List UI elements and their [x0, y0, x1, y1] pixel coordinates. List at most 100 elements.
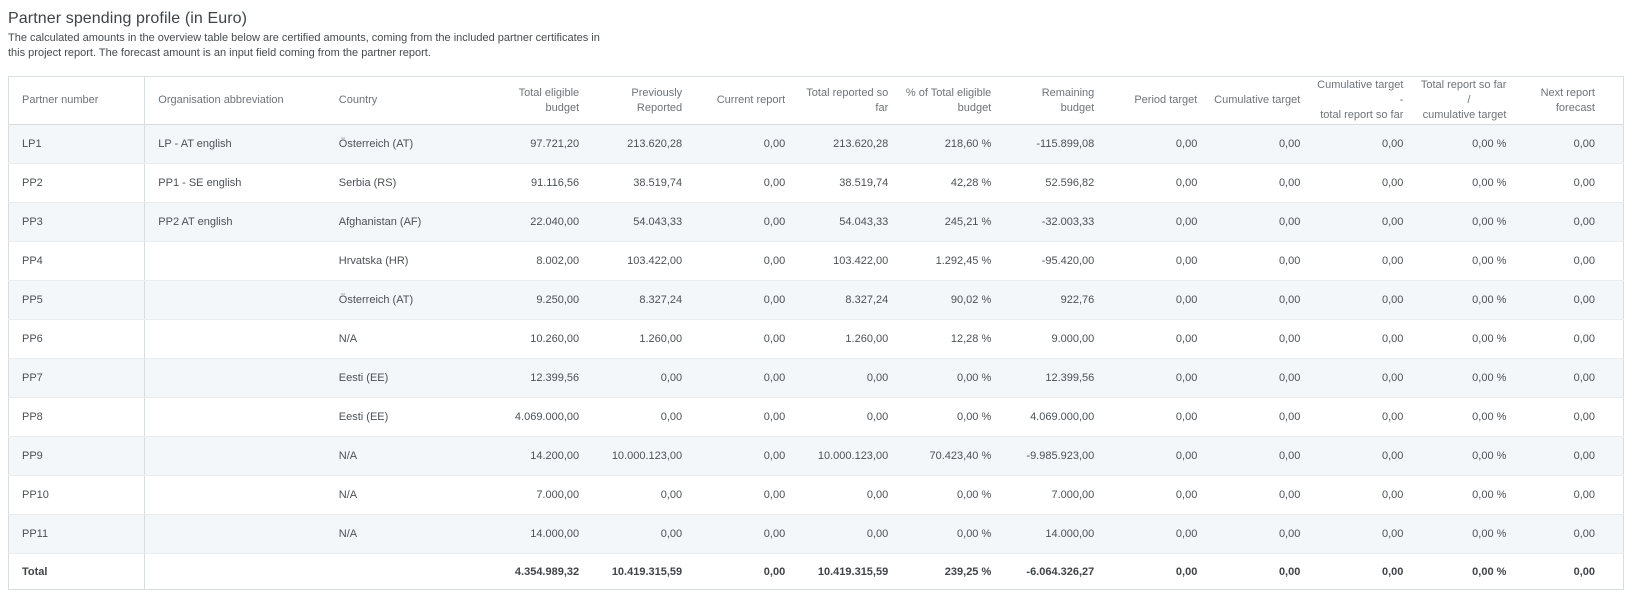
cell-period_target: 0,00	[1108, 320, 1211, 359]
cell-period_target: 0,00	[1108, 437, 1211, 476]
cell-remaining_budget: 12.399,56	[1005, 359, 1108, 398]
cell-pct_total_eligible: 1.292,45 %	[902, 242, 1005, 281]
cell-cumulative_target: 0,00	[1211, 125, 1314, 164]
cell-partner_number: PP9	[9, 437, 145, 476]
cell-cumulative_target: 0,00	[1211, 515, 1314, 554]
cell-org_abbr	[145, 476, 326, 515]
cell-pct_total_eligible: 0,00 %	[902, 476, 1005, 515]
cell-total_reported_so_far: 8.327,24	[799, 281, 902, 320]
cell-current_report: 0,00	[696, 125, 799, 164]
cell-total_div_cum: 0,00 %	[1417, 164, 1520, 203]
cell-remaining_budget: 9.000,00	[1005, 320, 1108, 359]
cell-pct_total_eligible: 90,02 %	[902, 281, 1005, 320]
table-row: PP8Eesti (EE)4.069.000,000,000,000,000,0…	[9, 398, 1624, 437]
cell-country: Afghanistan (AF)	[326, 203, 490, 242]
column-header-country: Country	[326, 77, 490, 125]
column-header-cum_minus_total: Cumulative target-total report so far	[1314, 77, 1417, 125]
cell-next_report_forecast: 0,00	[1520, 437, 1623, 476]
cell-period_target: 0,00	[1108, 203, 1211, 242]
total-cell-pct_total_eligible: 239,25 %	[902, 554, 1005, 590]
total-cell-total_eligible_budget: 4.354.989,32	[490, 554, 593, 590]
column-header-org_abbr: Organisation abbreviation	[145, 77, 326, 125]
cell-cumulative_target: 0,00	[1211, 359, 1314, 398]
cell-partner_number: PP10	[9, 476, 145, 515]
cell-previously_reported: 213.620,28	[593, 125, 696, 164]
cell-remaining_budget: -32.003,33	[1005, 203, 1108, 242]
cell-cum_minus_total: 0,00	[1314, 359, 1417, 398]
cell-current_report: 0,00	[696, 515, 799, 554]
cell-period_target: 0,00	[1108, 398, 1211, 437]
cell-total_div_cum: 0,00 %	[1417, 320, 1520, 359]
cell-period_target: 0,00	[1108, 125, 1211, 164]
cell-current_report: 0,00	[696, 476, 799, 515]
cell-org_abbr	[145, 320, 326, 359]
cell-next_report_forecast: 0,00	[1520, 398, 1623, 437]
cell-next_report_forecast: 0,00	[1520, 203, 1623, 242]
cell-current_report: 0,00	[696, 320, 799, 359]
cell-previously_reported: 0,00	[593, 359, 696, 398]
cell-country: Hrvatska (HR)	[326, 242, 490, 281]
cell-previously_reported: 1.260,00	[593, 320, 696, 359]
cell-partner_number: PP4	[9, 242, 145, 281]
total-row: Total4.354.989,3210.419.315,590,0010.419…	[9, 554, 1624, 590]
cell-total_div_cum: 0,00 %	[1417, 203, 1520, 242]
cell-partner_number: PP11	[9, 515, 145, 554]
cell-cumulative_target: 0,00	[1211, 320, 1314, 359]
cell-total_eligible_budget: 9.250,00	[490, 281, 593, 320]
cell-total_reported_so_far: 103.422,00	[799, 242, 902, 281]
cell-previously_reported: 8.327,24	[593, 281, 696, 320]
cell-current_report: 0,00	[696, 437, 799, 476]
cell-partner_number: PP7	[9, 359, 145, 398]
column-header-total_eligible_budget: Total eligiblebudget	[490, 77, 593, 125]
table-body: LP1LP - AT englishÖsterreich (AT)97.721,…	[9, 125, 1624, 554]
total-cell-partner_number: Total	[9, 554, 145, 590]
cell-period_target: 0,00	[1108, 515, 1211, 554]
cell-total_div_cum: 0,00 %	[1417, 437, 1520, 476]
table-row: PP2PP1 - SE englishSerbia (RS)91.116,563…	[9, 164, 1624, 203]
cell-total_eligible_budget: 91.116,56	[490, 164, 593, 203]
table-row: PP4Hrvatska (HR)8.002,00103.422,000,0010…	[9, 242, 1624, 281]
cell-remaining_budget: 14.000,00	[1005, 515, 1108, 554]
column-header-previously_reported: PreviouslyReported	[593, 77, 696, 125]
cell-cumulative_target: 0,00	[1211, 398, 1314, 437]
cell-previously_reported: 0,00	[593, 515, 696, 554]
column-header-remaining_budget: Remaining budget	[1005, 77, 1108, 125]
column-header-partner_number: Partner number	[9, 77, 145, 125]
table-row: PP3PP2 AT englishAfghanistan (AF)22.040,…	[9, 203, 1624, 242]
cell-pct_total_eligible: 0,00 %	[902, 398, 1005, 437]
cell-country: Eesti (EE)	[326, 359, 490, 398]
cell-total_div_cum: 0,00 %	[1417, 476, 1520, 515]
cell-cum_minus_total: 0,00	[1314, 515, 1417, 554]
cell-total_reported_so_far: 0,00	[799, 476, 902, 515]
cell-total_reported_so_far: 38.519,74	[799, 164, 902, 203]
cell-country: Österreich (AT)	[326, 281, 490, 320]
cell-total_reported_so_far: 54.043,33	[799, 203, 902, 242]
total-cell-cumulative_target: 0,00	[1211, 554, 1314, 590]
cell-remaining_budget: 4.069.000,00	[1005, 398, 1108, 437]
total-cell-country	[326, 554, 490, 590]
cell-total_eligible_budget: 14.000,00	[490, 515, 593, 554]
cell-current_report: 0,00	[696, 203, 799, 242]
column-header-current_report: Current report	[696, 77, 799, 125]
cell-cum_minus_total: 0,00	[1314, 476, 1417, 515]
cell-remaining_budget: -9.985.923,00	[1005, 437, 1108, 476]
cell-cum_minus_total: 0,00	[1314, 125, 1417, 164]
column-header-total_div_cum: Total report so far/cumulative target	[1417, 77, 1520, 125]
cell-org_abbr	[145, 398, 326, 437]
cell-period_target: 0,00	[1108, 281, 1211, 320]
cell-country: N/A	[326, 515, 490, 554]
cell-current_report: 0,00	[696, 398, 799, 437]
table-row: PP7Eesti (EE)12.399,560,000,000,000,00 %…	[9, 359, 1624, 398]
cell-previously_reported: 10.000.123,00	[593, 437, 696, 476]
cell-total_div_cum: 0,00 %	[1417, 515, 1520, 554]
cell-next_report_forecast: 0,00	[1520, 359, 1623, 398]
cell-partner_number: PP8	[9, 398, 145, 437]
table-row: PP11N/A14.000,000,000,000,000,00 %14.000…	[9, 515, 1624, 554]
table-header: Partner numberOrganisation abbreviationC…	[9, 77, 1624, 125]
cell-total_eligible_budget: 8.002,00	[490, 242, 593, 281]
total-cell-previously_reported: 10.419.315,59	[593, 554, 696, 590]
cell-org_abbr	[145, 437, 326, 476]
cell-total_reported_so_far: 10.000.123,00	[799, 437, 902, 476]
cell-partner_number: PP3	[9, 203, 145, 242]
cell-total_eligible_budget: 10.260,00	[490, 320, 593, 359]
